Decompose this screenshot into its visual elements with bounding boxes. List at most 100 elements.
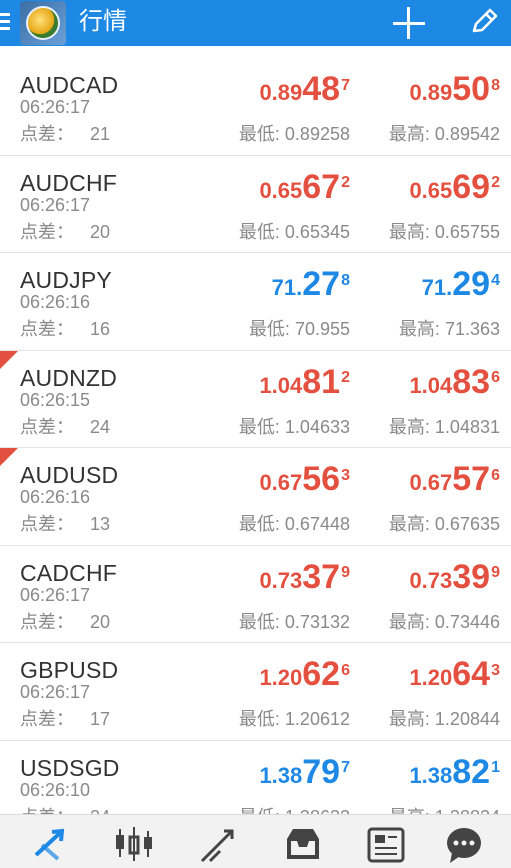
- quote-row[interactable]: USDSGD 06:26:10 点差：24 1.38797 1.38821 最低…: [0, 741, 511, 815]
- ask-price[interactable]: 1.04836: [409, 365, 500, 399]
- ask-price-fraction: 2: [491, 174, 500, 192]
- ask-price-pips: 83: [452, 362, 491, 401]
- chat-icon[interactable]: [444, 825, 488, 865]
- bid-price-prefix: 1.38: [259, 762, 303, 788]
- menu-icon[interactable]: [0, 13, 10, 33]
- news-icon[interactable]: [365, 825, 409, 865]
- spread-label: 点差：: [20, 611, 74, 632]
- quote-time: 06:26:16: [20, 292, 91, 312]
- bid-price-fraction: 3: [341, 466, 350, 484]
- chart-icon[interactable]: [112, 825, 156, 865]
- bid-price[interactable]: 1.20626: [259, 657, 350, 691]
- bid-price-pips: 37: [302, 557, 341, 596]
- ask-price[interactable]: 0.67576: [409, 462, 500, 496]
- spread: 点差： 16: [20, 315, 110, 341]
- high-price: 最高: 71.363: [398, 319, 500, 339]
- quote-row[interactable]: AUDNZD 06:26:15 点差： 24 1.04812 1.04836 最低…: [0, 350, 511, 448]
- bid-price-fraction: 6: [341, 661, 350, 679]
- high-price: 最高: 0.67635: [388, 514, 500, 534]
- bid-price-fraction: 7: [341, 76, 350, 94]
- ask-price-fraction: 8: [491, 76, 500, 94]
- spread-value: 24: [90, 416, 111, 437]
- trade-icon[interactable]: [198, 825, 242, 865]
- symbol-name: AUDNZD: [20, 364, 118, 391]
- spread-label: 点差：: [20, 514, 74, 534]
- symbol-name: AUDJPY: [20, 267, 112, 293]
- quote-row[interactable]: CADCHF 06:26:17 点差： 20 0.73379 0.73399 最低…: [0, 546, 511, 643]
- spread-value: 16: [90, 319, 111, 339]
- history-icon[interactable]: [281, 825, 325, 865]
- quote-row[interactable]: AUDJPY 06:26:16 点差： 16 71.278 71.294 最低: …: [0, 253, 511, 351]
- spread-value: 20: [90, 221, 111, 242]
- spread-value: 21: [90, 124, 111, 144]
- quote-time: 06:26:10: [20, 779, 91, 800]
- high-price: 最高: 0.65755: [388, 221, 500, 242]
- quote-row[interactable]: AUDCHF 06:26:17 点差： 20 0.65672 0.65692 最低…: [0, 156, 511, 253]
- ask-price-prefix: 1.04: [409, 372, 453, 398]
- ask-price-prefix: 1.38: [409, 762, 453, 788]
- spread: 点差： 24: [20, 803, 110, 815]
- ask-price-pips: 50: [452, 70, 491, 108]
- high-price: 最高: 1.20844: [388, 709, 500, 729]
- bid-price[interactable]: 0.67563: [259, 462, 350, 496]
- low-price: 最低: 1.38632: [239, 803, 350, 815]
- ask-price[interactable]: 0.73399: [409, 560, 500, 594]
- edit-pencil-icon[interactable]: [466, 4, 502, 40]
- top-app-bar: 行情: [0, 0, 511, 46]
- ask-price-fraction: 9: [491, 564, 500, 582]
- ask-price-fraction: 4: [491, 271, 500, 289]
- quote-list[interactable]: AUDCAD 06:26:17 点差： 21 0.89487 0.89508 最低…: [0, 58, 511, 814]
- quote-row[interactable]: AUDUSD 06:26:16 点差： 13 0.67563 0.67576 最低…: [0, 448, 511, 546]
- ask-price-prefix: 1.20: [409, 665, 453, 690]
- ask-price-fraction: 6: [491, 466, 500, 484]
- bid-price-prefix: 1.20: [259, 665, 303, 690]
- bottom-navigation: [0, 814, 511, 868]
- high-price: 最高: 0.89542: [388, 124, 500, 144]
- bid-price[interactable]: 1.04812: [259, 365, 350, 399]
- ask-price[interactable]: 71.294: [422, 267, 500, 301]
- high-price: 最高: 1.38824: [389, 803, 500, 815]
- bid-price[interactable]: 1.38797: [259, 755, 350, 789]
- quote-time: 06:26:17: [20, 97, 91, 117]
- symbol-name: GBPUSD: [20, 657, 119, 683]
- spread-label: 点差：: [20, 709, 74, 729]
- ask-price[interactable]: 1.38821: [409, 755, 500, 789]
- ask-price-prefix: 71.: [421, 275, 453, 300]
- ask-price[interactable]: 0.89508: [409, 72, 500, 106]
- quote-time: 06:26:15: [20, 389, 91, 410]
- bid-price-prefix: 71.: [271, 275, 303, 300]
- add-symbol-icon[interactable]: [391, 5, 427, 41]
- ask-price-pips: 29: [452, 265, 491, 303]
- bid-price[interactable]: 0.73379: [259, 560, 350, 594]
- spread: 点差： 21: [20, 120, 110, 146]
- spread: 点差： 20: [20, 218, 110, 244]
- app-logo[interactable]: [20, 1, 66, 45]
- spread-label: 点差：: [20, 124, 74, 144]
- quote-row[interactable]: AUDCAD 06:26:17 点差： 21 0.89487 0.89508 最低…: [0, 58, 511, 156]
- ask-price-pips: 57: [452, 460, 491, 498]
- quotes-icon[interactable]: [30, 825, 74, 865]
- bid-price[interactable]: 71.278: [272, 267, 350, 301]
- spread: 点差： 17: [20, 705, 110, 731]
- symbol-name: AUDUSD: [20, 462, 119, 488]
- quote-time: 06:26:17: [20, 194, 91, 215]
- ask-price-prefix: 0.89: [409, 80, 453, 105]
- bid-price[interactable]: 0.89487: [259, 72, 350, 106]
- bid-price-fraction: 2: [341, 369, 350, 387]
- spread-value: 17: [90, 709, 111, 729]
- ask-price[interactable]: 0.65692: [409, 170, 500, 204]
- quote-time: 06:26:17: [20, 682, 91, 702]
- alert-flag-icon: [0, 448, 18, 466]
- quote-row[interactable]: GBPUSD 06:26:17 点差： 17 1.20626 1.20643 最低…: [0, 643, 511, 741]
- bid-price[interactable]: 0.65672: [259, 170, 350, 204]
- spread-label: 点差：: [20, 807, 74, 815]
- bid-price-pips: 67: [302, 167, 341, 206]
- low-price: 最低: 0.73132: [238, 611, 350, 632]
- bid-price-fraction: 8: [341, 271, 350, 289]
- bid-price-prefix: 0.73: [259, 567, 303, 593]
- ask-price[interactable]: 1.20643: [409, 657, 500, 691]
- bid-price-pips: 48: [302, 70, 341, 108]
- spread-label: 点差：: [20, 416, 74, 437]
- spread-value: 13: [90, 514, 111, 534]
- symbol-name: CADCHF: [20, 559, 118, 586]
